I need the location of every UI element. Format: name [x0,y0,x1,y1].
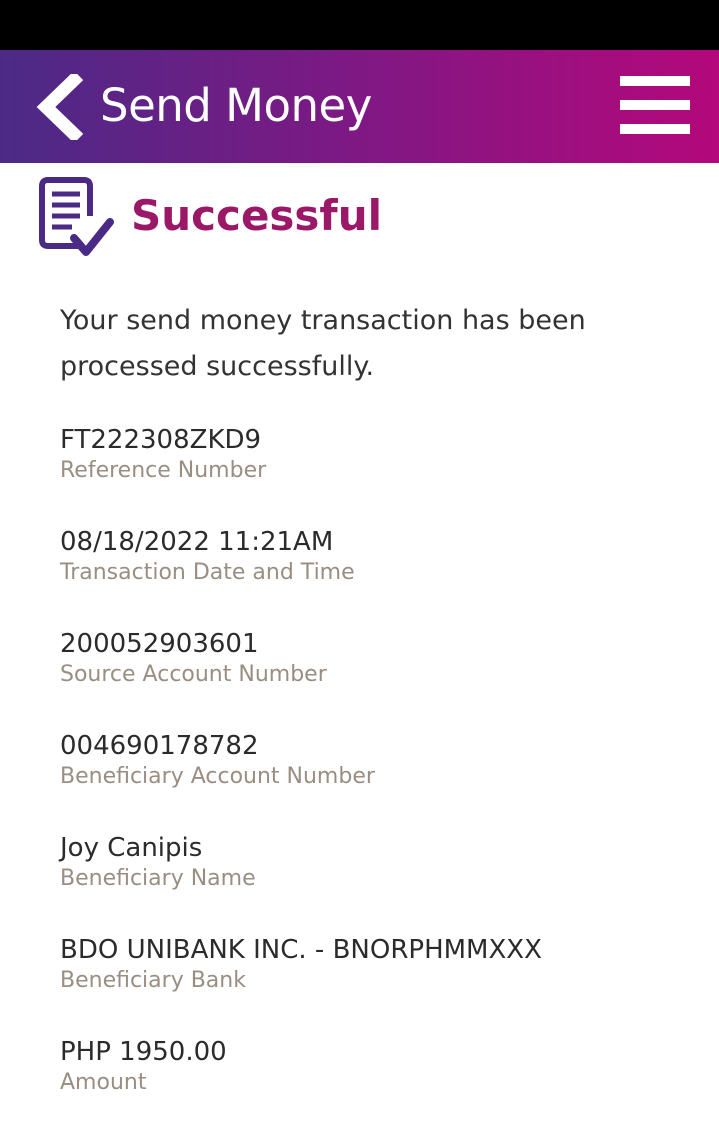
menu-button[interactable] [620,74,692,136]
status-bar [0,0,719,50]
transaction-details: FT222308ZKD9 Reference Number 08/18/2022… [60,422,700,1136]
app-header: Send Money [0,50,719,163]
beneficiary-bank-row: BDO UNIBANK INC. - BNORPHMMXXX Beneficia… [60,932,700,1034]
back-button[interactable] [34,74,86,140]
chevron-left-icon [36,74,84,140]
source-account-value: 200052903601 [60,629,259,659]
success-message: Your send money transaction has been pro… [60,305,586,382]
transaction-date-row: 08/18/2022 11:21AM Transaction Date and … [60,524,700,626]
source-account-row: 200052903601 Source Account Number [60,626,700,728]
beneficiary-account-row: 004690178782 Beneficiary Account Number [60,728,700,830]
status-section: Successful [38,176,678,260]
transaction-date-label: Transaction Date and Time [60,560,355,585]
status-title: Successful [131,191,382,240]
beneficiary-account-value: 004690178782 [60,731,259,761]
hamburger-icon [620,76,690,86]
amount-label: Amount [60,1070,147,1095]
beneficiary-name-label: Beneficiary Name [60,866,256,891]
beneficiary-bank-value: BDO UNIBANK INC. - BNORPHMMXXX [60,935,542,965]
beneficiary-bank-label: Beneficiary Bank [60,968,246,993]
beneficiary-account-label: Beneficiary Account Number [60,764,375,789]
beneficiary-name-value: Joy Canipis [60,833,203,863]
beneficiary-name-row: Joy Canipis Beneficiary Name [60,830,700,932]
document-check-icon [39,177,114,256]
transaction-date-value: 08/18/2022 11:21AM [60,527,334,557]
amount-row: PHP 1950.00 Amount [60,1034,700,1136]
page-title: Send Money [100,79,372,132]
hamburger-icon-bar [620,100,690,110]
source-account-label: Source Account Number [60,662,327,687]
reference-number-row: FT222308ZKD9 Reference Number [60,422,700,524]
hamburger-icon-bar [620,124,690,134]
reference-number-label: Reference Number [60,458,267,483]
amount-value: PHP 1950.00 [60,1037,227,1067]
reference-number-value: FT222308ZKD9 [60,425,262,455]
